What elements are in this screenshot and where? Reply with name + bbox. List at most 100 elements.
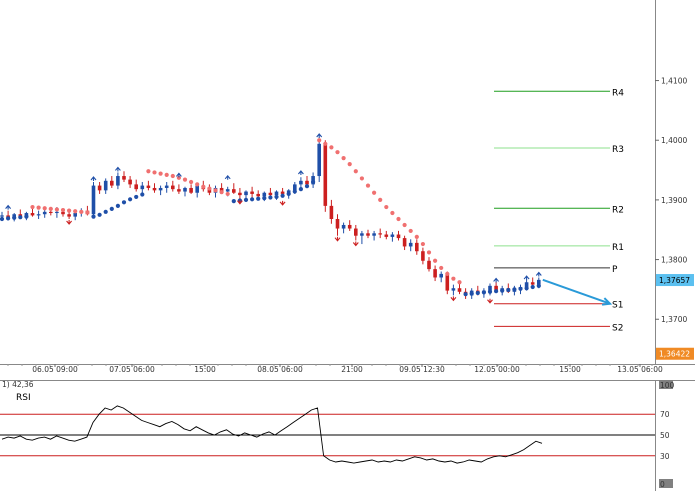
candle-body	[232, 189, 236, 193]
candle-body	[189, 187, 193, 193]
psar-dot-up	[12, 215, 17, 220]
candle-body	[183, 187, 187, 192]
candle-body	[445, 273, 450, 291]
price-tick-label: 1,3700	[661, 315, 687, 324]
psar-dot-up	[0, 216, 5, 222]
psar-dot-down	[445, 271, 450, 276]
psar-dot-up	[134, 194, 139, 200]
psar-dot-down	[365, 183, 371, 188]
psar-dot-up	[500, 288, 505, 293]
candle-body	[323, 143, 328, 206]
psar-dot-up	[103, 209, 108, 214]
psar-dot-up	[286, 191, 291, 197]
candle-body	[372, 233, 376, 236]
psar-dot-down	[146, 169, 151, 174]
psar-dot-up	[469, 291, 474, 296]
candle-body	[146, 185, 151, 188]
psar-dot-down	[359, 176, 364, 181]
psar-dot-up	[121, 200, 127, 205]
psar-dot-up	[292, 189, 297, 194]
pivot-label-r4: R4	[612, 88, 624, 98]
psar-dot-down	[79, 209, 84, 214]
candle-body	[158, 187, 163, 191]
pivot-label-r3: R3	[612, 145, 624, 155]
candle-body	[457, 288, 462, 292]
psar-dot-down	[164, 172, 169, 177]
psar-dot-up	[304, 184, 310, 189]
candle-body	[49, 211, 53, 214]
candle-body	[97, 185, 102, 191]
psar-dot-up	[109, 206, 114, 211]
chart-window: R4 R3 R2 R1 P S1 S2 1,4100 1,4000 1,3900 1,3800 1,…	[0, 0, 695, 491]
time-tick-label: 07.05 06:00	[109, 365, 155, 374]
psar-dot-down	[408, 228, 413, 234]
pivot-label-r2: R2	[612, 205, 624, 215]
psar-dot-down	[158, 171, 163, 176]
psar-dot-up	[530, 284, 535, 290]
candle-body	[384, 234, 389, 237]
candle-body	[274, 191, 279, 196]
psar-dot-up	[487, 289, 493, 294]
candle-body	[177, 189, 181, 192]
time-tick-label: 13.05 06:00	[617, 365, 663, 374]
psar-dot-down	[335, 150, 340, 155]
psar-dot-down	[182, 177, 188, 182]
psar-dot-up	[140, 192, 145, 197]
price-tick-label: 1,4000	[661, 136, 687, 145]
candle-body	[390, 234, 395, 237]
candle-body	[317, 143, 321, 177]
candle-body	[305, 180, 309, 185]
pivot-label-r1: R1	[612, 243, 624, 253]
price-chart[interactable]: R4R3R2R1PS1S2 1,41001,40001,39001,38001,…	[0, 0, 695, 491]
psar-dot-down	[372, 190, 377, 195]
candle-body	[299, 180, 303, 185]
candle-body	[122, 176, 126, 180]
psar-dot-down	[67, 208, 72, 213]
pivot-label-p: P	[612, 265, 618, 275]
candle-body	[262, 192, 267, 197]
psar-dot-down	[414, 234, 419, 239]
candle-body	[116, 176, 120, 186]
candle-body	[134, 184, 138, 190]
rsi-tick-label: 30	[660, 452, 670, 461]
psar-dot-up	[115, 203, 120, 208]
psar-dot-up	[91, 214, 96, 219]
psar-dot-down	[73, 209, 78, 214]
psar-dot-down	[30, 204, 35, 210]
candle-body	[378, 233, 382, 235]
psar-dot-down	[353, 169, 358, 174]
psar-dot-down	[170, 173, 175, 179]
candle-body	[250, 191, 254, 194]
time-tick-label: 09.05 12:30	[399, 365, 445, 374]
psar-dot-up	[97, 212, 102, 217]
candle-body	[360, 233, 364, 236]
pivot-label-s1: S1	[612, 301, 623, 311]
psar-dot-up	[494, 289, 499, 294]
candle-body	[244, 191, 248, 196]
candle-body	[347, 224, 352, 229]
candle-body	[164, 185, 169, 188]
price-plot-background	[0, 0, 656, 365]
time-tick-label: 15:00	[559, 365, 581, 374]
psar-dot-up	[6, 216, 11, 221]
candle-body	[329, 205, 334, 219]
candle-body	[128, 179, 132, 185]
rsi-indicator-name: RSI	[16, 393, 31, 403]
psar-dot-down	[390, 210, 395, 216]
candle-body	[366, 233, 370, 236]
psar-dot-down	[347, 161, 352, 167]
psar-dot-down	[219, 190, 224, 195]
candle-body	[530, 282, 535, 285]
psar-dot-down	[42, 206, 47, 211]
candle-body	[256, 193, 260, 197]
psar-dot-up	[481, 290, 486, 295]
time-tick-label: 08.05 06:00	[257, 365, 303, 374]
candle-body	[0, 215, 4, 217]
candle-body	[433, 269, 437, 278]
rsi-tick-label: 50	[660, 431, 670, 440]
candle-body	[335, 218, 340, 229]
price-axis: 1,4100 1,4000 1,3900 1,3800 1,3700 1,37657 1,3…	[655, 77, 694, 360]
candle-body	[238, 192, 242, 196]
psar-dot-up	[280, 193, 285, 198]
psar-dot-down	[201, 184, 206, 189]
